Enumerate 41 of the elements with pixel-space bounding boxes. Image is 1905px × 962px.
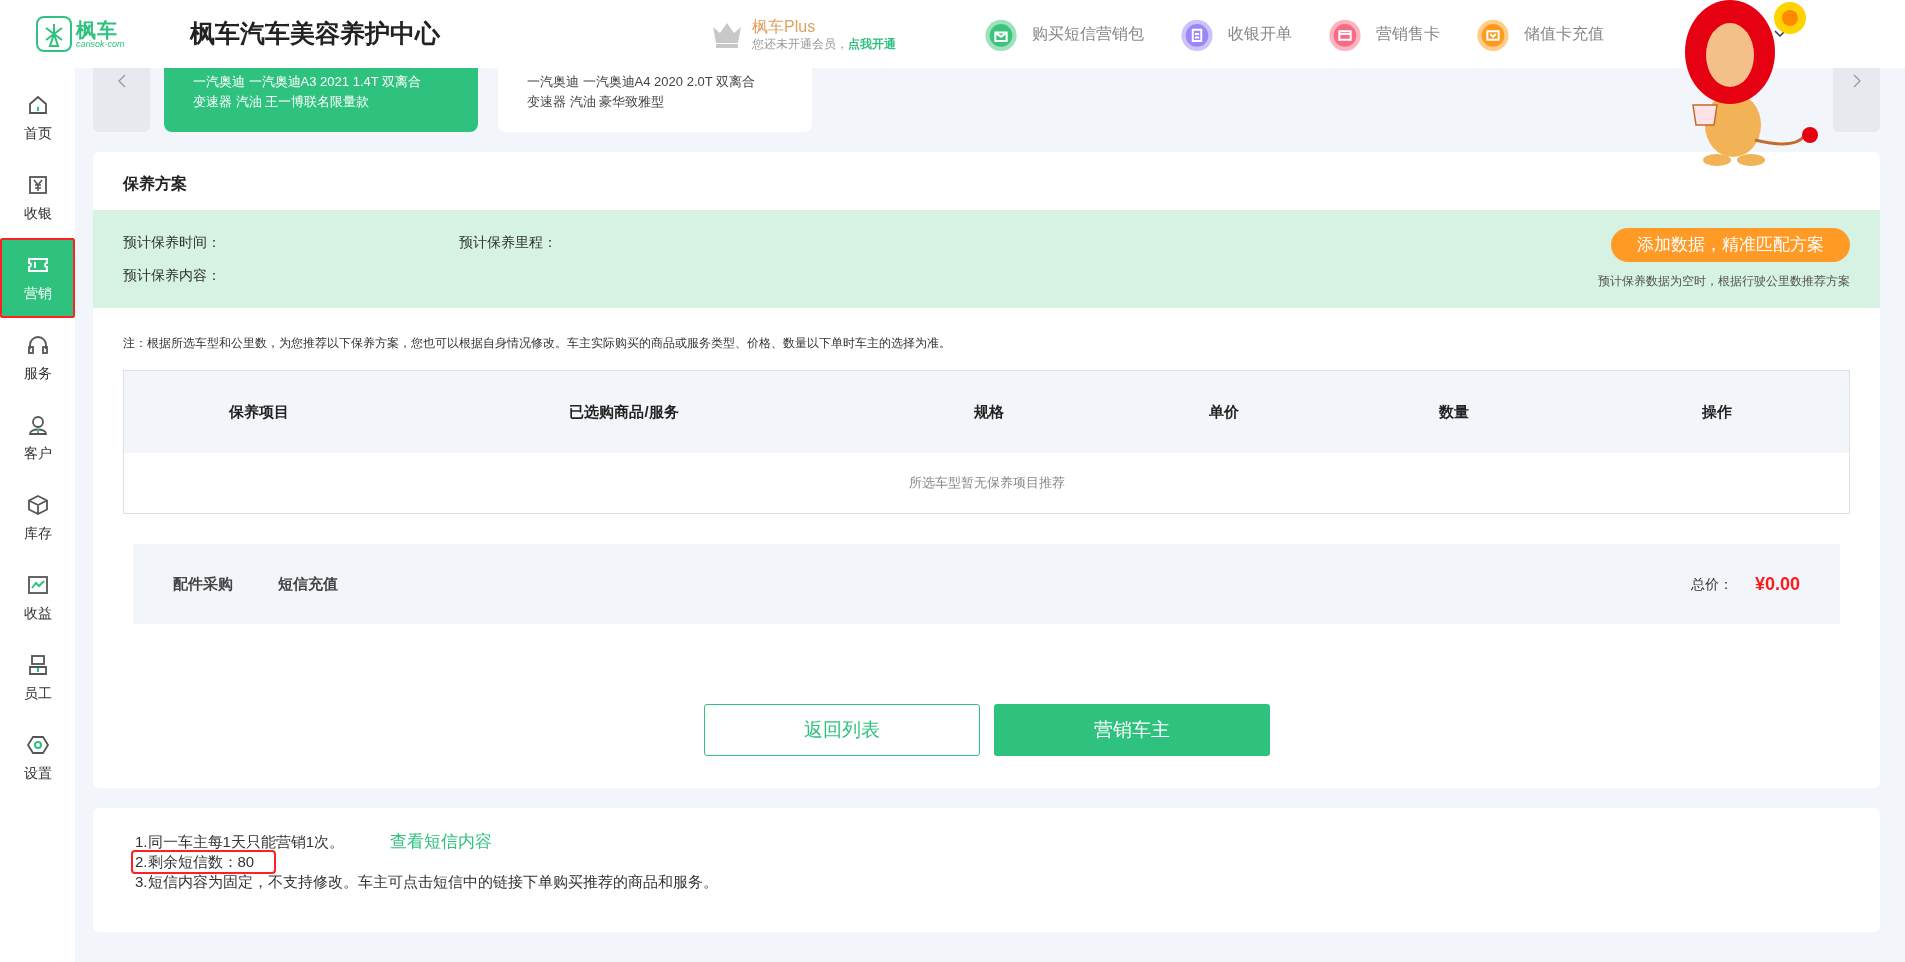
windmill-logo-icon bbox=[36, 16, 72, 52]
estimate-label: 预计保养内容： bbox=[123, 266, 222, 285]
page-title: 枫车汽车美容养护中心 bbox=[190, 18, 441, 50]
box-icon bbox=[25, 492, 50, 517]
header-action-link[interactable]: 营销售卡 bbox=[1376, 22, 1440, 46]
column-header: 规格 bbox=[973, 401, 1005, 422]
section-title: 保养方案 bbox=[121, 174, 188, 194]
car-card[interactable]: 一汽奥迪 一汽奥迪A4 2020 2.0T 双离合 变速器 汽油 豪华致雅型 bbox=[498, 68, 812, 132]
caret-down-icon[interactable] bbox=[1774, 30, 1786, 38]
estimate-label: 预计保养里程： bbox=[459, 233, 558, 252]
header-action-link[interactable]: 储值卡充值 bbox=[1524, 22, 1604, 46]
match-hint: 预计保养数据为空时，根据行驶公里数推荐方案 bbox=[1598, 273, 1850, 290]
chevron-left-icon bbox=[117, 74, 126, 88]
total-label: 总价： bbox=[1690, 574, 1733, 594]
note-text: 1.同一车主每1天只能营销1次。 bbox=[134, 832, 346, 852]
car-model-text: 变速器 汽油 王一博联名限量款 bbox=[193, 93, 371, 111]
chevron-right-icon bbox=[1852, 74, 1861, 88]
column-header: 单价 bbox=[1208, 401, 1240, 422]
logo-subtext: carisok·com bbox=[76, 39, 125, 49]
column-header: 操作 bbox=[1700, 401, 1733, 422]
car-model-text: 一汽奥迪 一汽奥迪A3 2021 1.4T 双离合 bbox=[193, 73, 423, 91]
summary-link[interactable]: 配件采购 bbox=[173, 572, 233, 596]
car-model-text: 一汽奥迪 一汽奥迪A4 2020 2.0T 双离合 bbox=[527, 73, 757, 91]
column-header: 数量 bbox=[1438, 401, 1470, 422]
previous-button[interactable] bbox=[93, 68, 150, 132]
plus-text: 您还未开通会员， bbox=[752, 36, 848, 51]
column-header: 保养项目 bbox=[227, 401, 290, 422]
car-model-text: 变速器 汽油 豪华致雅型 bbox=[527, 93, 666, 111]
summary-link[interactable]: 短信充值 bbox=[278, 572, 338, 596]
total-price: ¥0.00 bbox=[1754, 572, 1800, 596]
next-button[interactable] bbox=[1833, 68, 1880, 132]
column-header: 已选购商品/服务 bbox=[568, 401, 680, 422]
note-text: 2.剩余短信数：80 bbox=[133, 852, 275, 872]
recommendation-note: 注：根据所选车型和公里数，为您推荐以下保养方案，您也可以根据自身情况修改。车主实际购买的商品或服务类型、价格、数量以下单时车主的选择为准。 bbox=[122, 335, 952, 352]
note-text: 3.短信内容为固定，不支持修改。车主可点击短信中的链接下单购买推荐的商品和服务。 bbox=[134, 872, 719, 892]
plus-title: 枫车Plus bbox=[752, 16, 817, 37]
header-action-link[interactable]: 购买短信营销包 bbox=[1032, 22, 1144, 46]
header-action-link[interactable]: 收银开单 bbox=[1228, 22, 1292, 46]
empty-message: 所选车型暂无保养项目推荐 bbox=[908, 474, 1065, 493]
estimate-label: 预计保养时间： bbox=[123, 233, 222, 252]
logo-text: 枫车 bbox=[76, 19, 117, 40]
